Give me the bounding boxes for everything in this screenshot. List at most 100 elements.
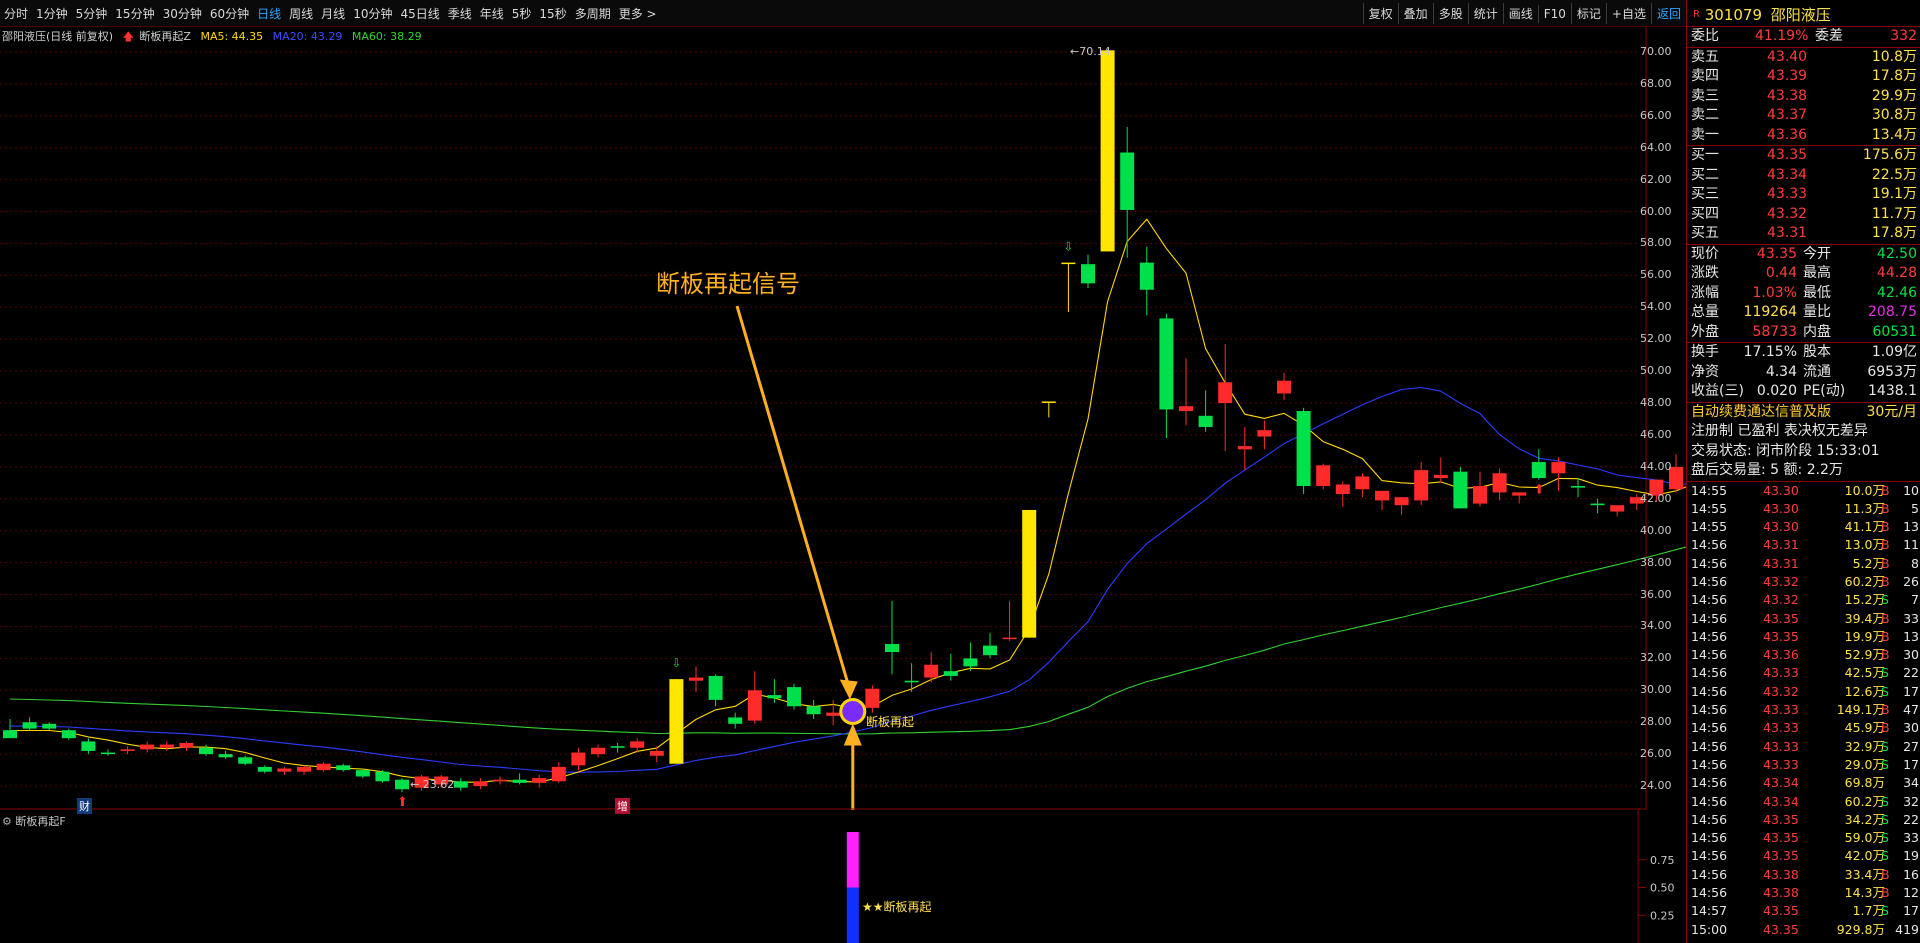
tool-button-4[interactable]: 画线 (1502, 3, 1538, 24)
candle-body[interactable] (747, 690, 762, 721)
candle-body[interactable] (1512, 492, 1527, 496)
candle-body[interactable] (1433, 474, 1448, 479)
period-tab-10[interactable]: 45日线 (400, 7, 439, 21)
order-row[interactable]: 卖五 43.40 10.8万 (1687, 48, 1920, 68)
order-row[interactable]: 卖四 43.39 17.8万 (1687, 67, 1920, 87)
candle-body[interactable] (395, 779, 409, 790)
order-row[interactable]: 买五 43.31 17.8万 (1687, 224, 1920, 244)
candle-body[interactable] (1551, 462, 1566, 474)
tick-row[interactable]: 14:56 43.35 59.0万 S 33 (1687, 829, 1920, 847)
candle-body[interactable] (218, 754, 233, 758)
candle-body[interactable] (1061, 262, 1076, 265)
order-row[interactable]: 买四 43.32 11.7万 (1687, 205, 1920, 225)
period-tab-9[interactable]: 10分钟 (353, 7, 392, 21)
candle-body[interactable] (199, 747, 213, 755)
candle-body[interactable] (708, 675, 723, 700)
candle-body[interactable] (885, 644, 899, 653)
tick-row[interactable]: 14:56 43.38 14.3万 B 12 (1687, 884, 1920, 902)
candle-body[interactable] (532, 778, 547, 783)
tool-button-3[interactable]: 统计 (1467, 3, 1503, 24)
candle-body[interactable] (1453, 471, 1468, 509)
period-tab-6[interactable]: 日线 (257, 7, 281, 21)
candle-body[interactable] (1473, 486, 1487, 504)
tick-row[interactable]: 14:56 43.32 15.2万 S 7 (1687, 591, 1920, 609)
candle-body[interactable] (316, 763, 331, 771)
candle-body[interactable] (1531, 462, 1546, 479)
candle-body[interactable] (1120, 152, 1135, 210)
tick-row[interactable]: 14:56 43.31 5.2万 B 8 (1687, 555, 1920, 573)
candle-body[interactable] (453, 781, 468, 788)
candle-body[interactable] (1218, 382, 1233, 404)
period-tab-11[interactable]: 季线 (448, 7, 472, 21)
candle-body[interactable] (571, 752, 586, 766)
order-row[interactable]: 买一 43.35 175.6万 (1687, 146, 1920, 166)
tool-button-6[interactable]: 标记 (1570, 3, 1606, 24)
candle-body[interactable] (375, 771, 390, 782)
tick-row[interactable]: 14:56 43.33 29.0万 S 17 (1687, 756, 1920, 774)
promo-text[interactable]: 自动续费通达信普及版 (1691, 403, 1831, 423)
period-tab-13[interactable]: 5秒 (512, 7, 532, 21)
candle-body[interactable] (336, 765, 351, 771)
candle-body[interactable] (238, 757, 253, 764)
tick-row[interactable]: 14:56 43.33 42.5万 S 22 (1687, 664, 1920, 682)
tool-button-1[interactable]: 叠加 (1397, 3, 1433, 24)
candle-body[interactable] (101, 752, 115, 755)
candle-body[interactable] (826, 712, 841, 716)
order-row[interactable]: 卖三 43.38 29.9万 (1687, 87, 1920, 107)
candle-body[interactable] (1257, 430, 1272, 437)
tick-row[interactable]: 14:55 43.30 11.3万 B 5 (1687, 500, 1920, 518)
period-tab-14[interactable]: 15秒 (539, 7, 566, 21)
candle-body[interactable] (983, 645, 997, 656)
tick-row[interactable]: 14:56 43.31 13.0万 B 11 (1687, 536, 1920, 554)
tick-row[interactable]: 14:56 43.35 42.0万 S 19 (1687, 847, 1920, 865)
candle-body[interactable] (610, 746, 625, 748)
tool-button-5[interactable]: F10 (1537, 5, 1571, 23)
tick-row[interactable]: 14:56 43.32 12.6万 S 17 (1687, 683, 1920, 701)
candle-body[interactable] (179, 742, 194, 748)
tick-row[interactable]: 14:56 43.33 32.9万 S 27 (1687, 738, 1920, 756)
candle-body[interactable] (649, 750, 664, 756)
tick-row[interactable]: 14:56 43.34 60.2万 S 32 (1687, 793, 1920, 811)
candle-body[interactable] (1375, 490, 1389, 501)
candle-body[interactable] (512, 779, 527, 783)
period-tab-1[interactable]: 1分钟 (36, 7, 68, 21)
candle-body[interactable] (787, 687, 801, 707)
period-tab-15[interactable]: 多周期 (575, 7, 611, 21)
candlestick-chart[interactable]: ⇩ ⇩ ⬆ ⬆ (0, 26, 1686, 810)
order-row[interactable]: 卖二 43.37 30.8万 (1687, 106, 1920, 126)
indicator-bar-top[interactable] (846, 832, 859, 888)
candle-body[interactable] (1414, 470, 1429, 501)
candle-body[interactable] (81, 741, 96, 751)
candle-body[interactable] (669, 679, 684, 764)
tick-row[interactable]: 14:56 43.35 39.4万 B 33 (1687, 610, 1920, 628)
candle-body[interactable] (1335, 484, 1350, 495)
tick-row[interactable]: 14:56 43.35 34.2万 S 22 (1687, 811, 1920, 829)
candle-body[interactable] (1139, 262, 1154, 290)
candle-body[interactable] (1237, 446, 1252, 450)
order-row[interactable]: 买三 43.33 19.1万 (1687, 185, 1920, 205)
tick-row[interactable]: 15:00 43.35 929.8万 419 (1687, 921, 1920, 939)
candle-body[interactable] (1002, 637, 1017, 640)
candle-body[interactable] (3, 730, 17, 739)
candle-body[interactable] (630, 741, 645, 748)
indicator-chart[interactable]: 0.75 0.50 0.25 (0, 810, 1686, 943)
candle-body[interactable] (904, 680, 919, 683)
tick-list[interactable]: 14:55 43.30 10.0万 B 10 14:55 43.30 11.3万 B 5 14:55… (1687, 482, 1920, 939)
period-tab-0[interactable]: 分时 (4, 7, 28, 21)
tick-row[interactable]: 14:56 43.33 149.1万 B 47 (1687, 701, 1920, 719)
candle-body[interactable] (689, 677, 703, 681)
candle-body[interactable] (42, 723, 57, 729)
tick-row[interactable]: 14:55 43.30 41.1万 B 13 (1687, 518, 1920, 536)
tick-row[interactable]: 14:55 43.30 10.0万 B 10 (1687, 482, 1920, 500)
candle-body[interactable] (1081, 264, 1095, 284)
candle-body[interactable] (865, 688, 880, 708)
period-tab-7[interactable]: 周线 (289, 7, 313, 21)
settings-icon[interactable]: ⚙ (2, 815, 12, 828)
period-tab-4[interactable]: 30分钟 (163, 7, 202, 21)
candle-body[interactable] (257, 766, 272, 772)
candle-body[interactable] (1316, 465, 1331, 487)
tick-row[interactable]: 14:56 43.36 52.9万 B 30 (1687, 646, 1920, 664)
tick-row[interactable]: 14:56 43.35 19.9万 B 13 (1687, 628, 1920, 646)
candle-body[interactable] (1041, 401, 1056, 403)
tool-button-8[interactable]: 返回 (1650, 3, 1686, 24)
